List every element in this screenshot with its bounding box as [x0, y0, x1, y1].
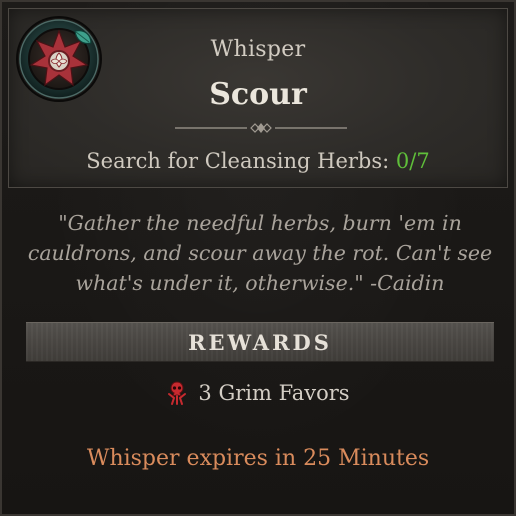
reward-item: 3 Grim Favors [2, 378, 514, 408]
reward-text: 3 Grim Favors [198, 381, 350, 405]
ornamental-divider [175, 123, 347, 133]
grim-favor-icon [168, 381, 187, 405]
quest-header: Whisper Scour Search for Cleansing Herbs… [8, 8, 508, 188]
quest-flavor-text: "Gather the needful herbs, burn 'em in c… [27, 211, 493, 295]
quest-objective: Search for Cleansing Herbs: 0/7 [9, 149, 507, 173]
quest-type-label: Whisper [210, 37, 306, 62]
objective-progress: 0/7 [395, 149, 430, 173]
quest-title: Scour [209, 77, 307, 112]
rewards-header: REWARDS [188, 330, 332, 355]
objective-label: Search for Cleansing Herbs: [86, 149, 390, 173]
quest-tooltip: Whisper Scour Search for Cleansing Herbs… [0, 0, 516, 516]
rewards-header-bar: REWARDS [26, 322, 494, 362]
whisper-expiry: Whisper expires in 25 Minutes [86, 446, 430, 471]
